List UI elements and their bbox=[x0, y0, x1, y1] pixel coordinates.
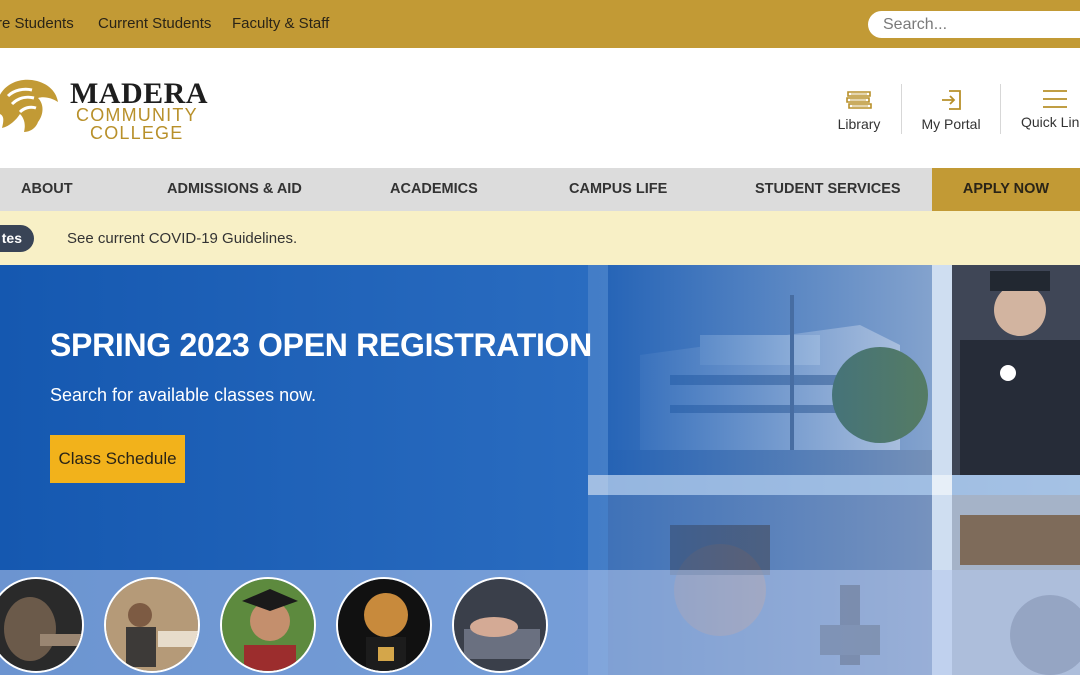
hero-subtitle: Search for available classes now. bbox=[50, 385, 317, 405]
nav-academics[interactable]: ACADEMICS bbox=[390, 168, 478, 211]
utility-bar: re Students Current Students Faculty & S… bbox=[0, 0, 1080, 48]
nav-campus-life[interactable]: CAMPUS LIFE bbox=[569, 168, 667, 211]
hero-title: SPRING 2023 OPEN REGISTRATION bbox=[50, 327, 592, 363]
updates-badge[interactable]: tes bbox=[0, 225, 34, 252]
main-nav: ABOUT ADMISSIONS & AID ACADEMICS CAMPUS … bbox=[0, 168, 1080, 211]
feature-circle-graduate[interactable] bbox=[220, 577, 316, 673]
utility-link-faculty-staff[interactable]: Faculty & Staff bbox=[232, 15, 329, 32]
hamburger-icon bbox=[1043, 90, 1067, 108]
quick-links-label: Quick Link bbox=[1021, 114, 1080, 130]
books-icon bbox=[846, 91, 872, 109]
cougar-logo-icon[interactable] bbox=[0, 74, 62, 141]
quick-links-menu[interactable]: Quick Link bbox=[1015, 88, 1080, 130]
class-schedule-button[interactable]: Class Schedule bbox=[50, 435, 185, 483]
my-portal-link[interactable]: My Portal bbox=[911, 88, 991, 132]
library-label: Library bbox=[837, 116, 881, 132]
alert-bar: tes See current COVID-19 Guidelines. bbox=[0, 211, 1080, 265]
feature-circle-online[interactable] bbox=[452, 577, 548, 673]
nav-about[interactable]: ABOUT bbox=[21, 168, 73, 211]
feature-circle-mascot[interactable] bbox=[336, 577, 432, 673]
library-link[interactable]: Library bbox=[819, 88, 899, 132]
search-input[interactable]: Search... bbox=[868, 11, 1080, 38]
my-portal-label: My Portal bbox=[921, 116, 981, 132]
apply-now-button[interactable]: APPLY NOW bbox=[932, 168, 1080, 211]
nav-student-services[interactable]: STUDENT SERVICES bbox=[755, 168, 901, 211]
header-divider bbox=[1000, 84, 1001, 134]
site-header: MADERA COMMUNITY COLLEGE Library My Port… bbox=[0, 48, 1080, 168]
covid-guidelines-link[interactable]: See current COVID-19 Guidelines. bbox=[67, 230, 297, 247]
nav-admissions-aid[interactable]: ADMISSIONS & AID bbox=[167, 168, 302, 211]
header-divider bbox=[901, 84, 902, 134]
login-icon bbox=[942, 90, 961, 110]
utility-link-future-students[interactable]: re Students bbox=[0, 15, 74, 32]
logo-subtitle-line2: COLLEGE bbox=[90, 123, 184, 143]
feature-circle-workshop[interactable] bbox=[104, 577, 200, 673]
utility-link-current-students[interactable]: Current Students bbox=[98, 15, 211, 32]
hero-banner: SPRING 2023 OPEN REGISTRATION Search for… bbox=[0, 265, 1080, 675]
